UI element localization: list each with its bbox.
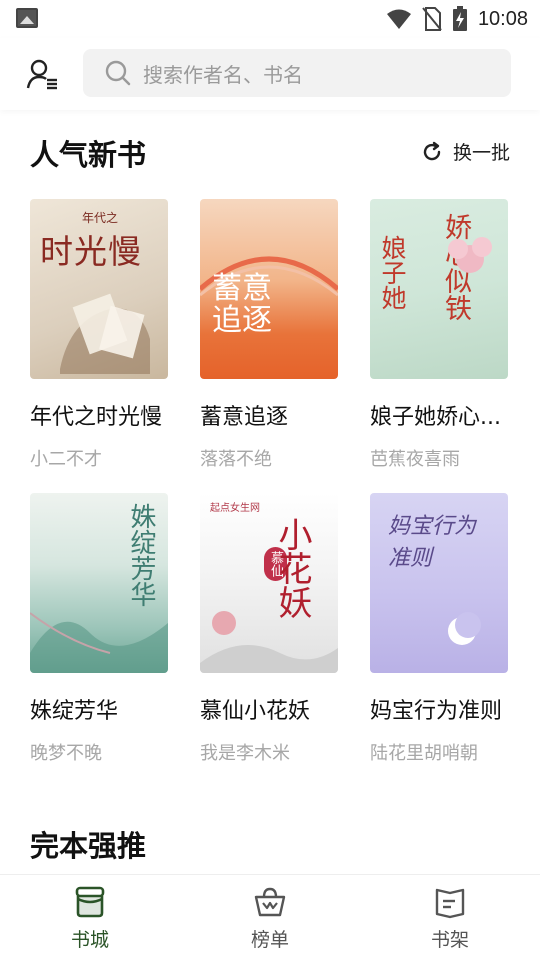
book-card[interactable]: 娇心似铁 娘子她 娘子她娇心... 芭蕉夜喜雨 (370, 199, 510, 471)
book-author: 我是李木米 (200, 743, 290, 764)
book-title: 年代之时光慢 (30, 405, 163, 430)
bottom-tab-bar: 书城 榜单 书架 (0, 874, 540, 960)
wifi-icon (386, 9, 411, 29)
book-cover: 年代之 时光慢 (30, 199, 168, 379)
refresh-button[interactable]: 换一批 (421, 138, 510, 165)
store-icon (75, 886, 105, 918)
tab-rankings[interactable]: 榜单 (180, 875, 360, 960)
book-card[interactable]: 姝绽芳华 姝绽芳华 晚梦不晚 (30, 493, 170, 765)
book-author: 陆花里胡哨朝 (370, 743, 478, 764)
refresh-label: 换一批 (452, 142, 510, 164)
cover-title-text: 时光慢 (40, 232, 142, 271)
book-title: 妈宝行为准则 (370, 699, 503, 724)
cover-illustration (30, 612, 168, 673)
section-new-books-header: 人气新书 换一批 (0, 126, 540, 176)
section-complete-header: 完本强推 (0, 817, 540, 867)
book-author: 小二不才 (30, 449, 102, 470)
section-title: 人气新书 (30, 138, 147, 172)
book-card[interactable]: 年代之 时光慢 年代之时光慢 小二不才 (30, 199, 170, 471)
book-author: 晚梦不晚 (30, 743, 102, 764)
no-sim-icon (422, 7, 442, 31)
cover-title-text: 蓄意追逐 (212, 271, 272, 338)
tab-label: 书城 (70, 929, 109, 951)
search-icon (105, 60, 131, 86)
book-title: 慕仙小花妖 (200, 699, 311, 724)
book-title: 娘子她娇心... (370, 405, 501, 430)
book-title: 姝绽芳华 (30, 699, 119, 724)
book-cover: 起点女生网 慕仙 小花妖 (200, 493, 338, 673)
cover-small-text: 年代之 (82, 211, 119, 225)
tab-label: 榜单 (250, 929, 289, 951)
status-time: 10:08 (477, 7, 528, 30)
user-profile-icon[interactable] (26, 58, 60, 90)
cover-brand-text: 起点女生网 (210, 503, 260, 514)
book-cover: 妈宝行为准则 (370, 493, 508, 673)
section-title: 完本强推 (30, 829, 147, 863)
book-title: 蓄意追逐 (200, 405, 289, 430)
top-bar: 搜索作者名、书名 (0, 38, 540, 110)
battery-charging-icon (452, 6, 467, 31)
cover-flower-illustration (448, 237, 492, 273)
book-card[interactable]: 蓄意追逐 蓄意追逐 落落不绝 (200, 199, 340, 471)
refresh-icon (423, 141, 441, 160)
crown-basket-icon (254, 887, 286, 917)
book-cover: 娇心似铁 娘子她 (370, 199, 508, 379)
cover-illustration (200, 611, 338, 673)
book-card[interactable]: 起点女生网 慕仙 小花妖 慕仙小花妖 我是李木米 (200, 493, 340, 765)
cover-illustration (60, 293, 150, 374)
tab-label: 书架 (430, 929, 469, 951)
cover-title-text: 妈宝行为准则 (388, 514, 477, 571)
cover-subtitle-text: 娘子她 (378, 235, 407, 310)
status-bar: 10:08 (0, 0, 540, 38)
search-placeholder: 搜索作者名、书名 (143, 62, 303, 87)
moon-illustration (448, 612, 481, 645)
book-cover: 姝绽芳华 (30, 493, 168, 673)
gallery-notification-icon (16, 8, 38, 28)
tab-bookstore[interactable]: 书城 (0, 875, 180, 960)
search-box[interactable]: 搜索作者名、书名 (83, 49, 511, 97)
status-right-group: 10:08 (386, 6, 528, 32)
book-author: 落落不绝 (200, 449, 272, 470)
book-author: 芭蕉夜喜雨 (370, 449, 460, 470)
bookshelf-icon (435, 888, 465, 919)
book-cover: 蓄意追逐 (200, 199, 338, 379)
tab-bookshelf[interactable]: 书架 (360, 875, 540, 960)
book-card[interactable]: 妈宝行为准则 妈宝行为准则 陆花里胡哨朝 (370, 493, 510, 765)
